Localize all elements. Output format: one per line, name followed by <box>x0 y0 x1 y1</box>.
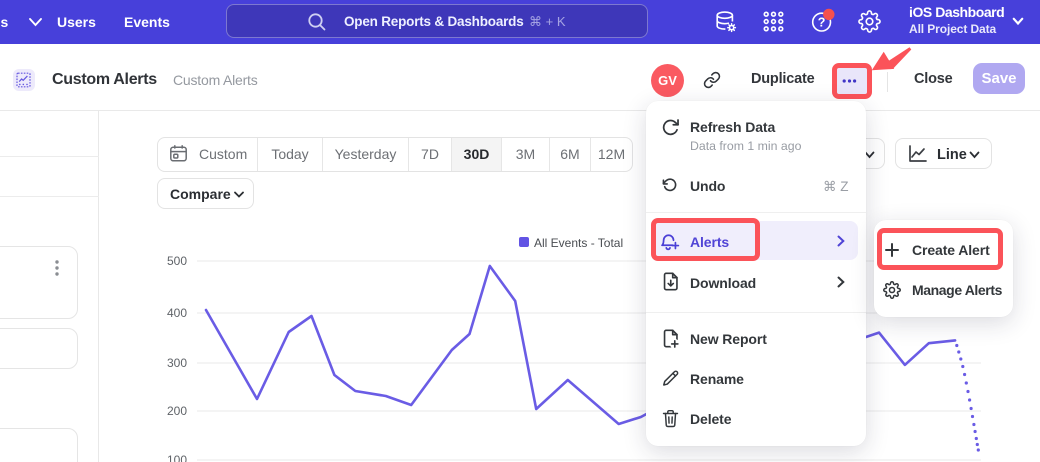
svg-text:?: ? <box>818 16 826 30</box>
